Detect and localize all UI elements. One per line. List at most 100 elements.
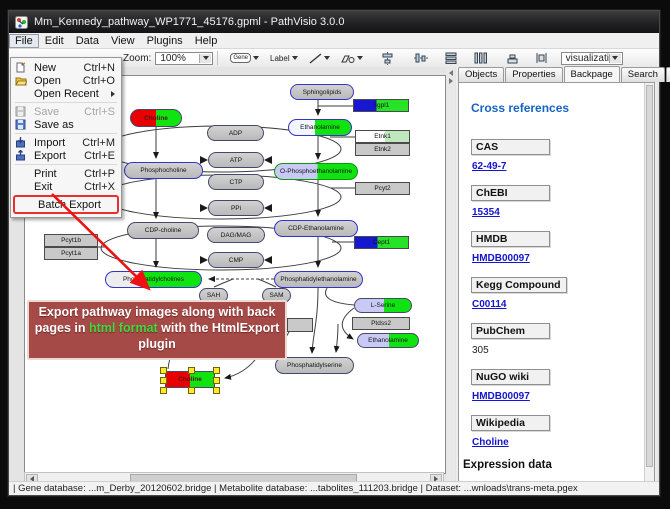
selection-handle[interactable]: [188, 387, 195, 394]
menu-data[interactable]: Data: [70, 34, 105, 48]
xref-link[interactable]: 15354: [472, 207, 654, 218]
node-etnk2[interactable]: Etnk2: [355, 143, 410, 156]
shape-dropdown-icon[interactable]: [357, 56, 363, 60]
screenshot-root: Mm_Kennedy_pathway_WP1771_45176.gpml - P…: [0, 0, 670, 509]
submenu-arrow-icon: [111, 91, 115, 97]
menu-help[interactable]: Help: [189, 34, 224, 48]
xref-link[interactable]: HMDB00097: [472, 253, 654, 264]
node-ethanolamine-bottom[interactable]: Ethanolamine: [357, 333, 419, 348]
node-atp[interactable]: ATP: [208, 152, 264, 168]
menu-edit[interactable]: Edit: [39, 34, 70, 48]
node-o-phosphoethanolamine[interactable]: O-Phosphoethanolamine: [274, 163, 358, 180]
node-l-serine[interactable]: L-Serine: [354, 298, 412, 313]
panel-splitter[interactable]: [446, 67, 455, 484]
scrollbar-thumb[interactable]: [646, 85, 653, 467]
node-cdp-choline[interactable]: CDP-choline: [127, 222, 199, 239]
node-phosphatidylserine[interactable]: Phosphatidylserine: [275, 357, 354, 374]
node-pcyt2[interactable]: Pcyt2: [355, 182, 410, 195]
node-pcyt1b[interactable]: Pcyt1b: [44, 234, 98, 247]
node-choline-top[interactable]: Choline: [130, 109, 182, 127]
file-menu-print[interactable]: Print Ctrl+P: [11, 167, 121, 180]
align-center-y-button[interactable]: [411, 50, 431, 66]
xref-source-label: PubChem: [471, 323, 550, 339]
node-ptdss2[interactable]: Ptdss2: [352, 317, 410, 330]
node-pcyt1a[interactable]: Pcyt1a: [44, 247, 98, 260]
file-menu-import[interactable]: Import Ctrl+M: [11, 136, 121, 149]
xref-link[interactable]: Choline: [472, 437, 654, 448]
node-ethanolamine-top[interactable]: Ethanolamine: [288, 119, 352, 136]
xref-section-wikipedia: Wikipedia Choline: [471, 413, 654, 448]
tab-legend[interactable]: Legend: [666, 67, 670, 82]
selection-handle[interactable]: [213, 387, 220, 394]
align-center-x-icon: [381, 52, 394, 65]
visualization-combobox[interactable]: visualization: [561, 52, 623, 65]
node-dag-mag[interactable]: DAG/MAG: [207, 227, 265, 243]
file-menu-open-recent[interactable]: Open Recent: [11, 87, 121, 100]
node-partially-hidden-gene[interactable]: [287, 318, 313, 332]
pathvisio-window: Mm_Kennedy_pathway_WP1771_45176.gpml - P…: [8, 10, 660, 496]
selection-handle[interactable]: [213, 367, 220, 374]
node-etnk1[interactable]: Etnk1: [355, 130, 410, 143]
tab-search[interactable]: Search: [621, 67, 665, 82]
label-icon: Label: [270, 54, 290, 63]
selection-handle[interactable]: [213, 377, 220, 384]
collapse-left-icon[interactable]: [449, 70, 453, 76]
annotation-highlight: html format: [89, 321, 158, 335]
zoom-dropdown-icon[interactable]: [199, 54, 211, 63]
selection-handle[interactable]: [188, 367, 195, 374]
xref-source-label: NuGO wiki: [471, 369, 550, 385]
tab-objects[interactable]: Objects: [458, 67, 504, 82]
menu-file[interactable]: File: [9, 34, 39, 48]
stack-horizontal-button[interactable]: [532, 50, 551, 66]
node-cmp[interactable]: CMP: [208, 252, 264, 268]
label-dropdown-icon[interactable]: [292, 56, 298, 60]
stack-vertical-button[interactable]: [503, 51, 522, 66]
new-label-button[interactable]: Label: [267, 52, 301, 65]
xref-section-kegg: Kegg Compound C00114: [471, 275, 654, 310]
distribute-horizontal-button[interactable]: [471, 50, 491, 66]
file-menu-new[interactable]: New Ctrl+N: [11, 61, 121, 74]
node-cdp-ethanolamine[interactable]: CDP-Ethanolamine: [274, 220, 358, 237]
tab-properties[interactable]: Properties: [505, 67, 562, 82]
node-phosphatidylethanolamine[interactable]: Phosphatidylethanolamine: [274, 271, 363, 288]
menu-view[interactable]: View: [105, 34, 141, 48]
file-menu-batch-export[interactable]: Batch Export: [15, 198, 117, 211]
selection-handle[interactable]: [160, 367, 167, 374]
collapse-right-icon[interactable]: [449, 78, 453, 84]
new-gene-button[interactable]: Gene: [227, 51, 262, 65]
cross-references-heading: Cross references: [471, 101, 654, 115]
xref-link[interactable]: C00114: [472, 299, 654, 310]
node-phosphatidylcholines[interactable]: Phosphatidylcholines: [105, 271, 202, 288]
tab-backpage[interactable]: Backpage: [564, 66, 620, 83]
menu-plugins[interactable]: Plugins: [141, 34, 189, 48]
node-adp[interactable]: ADP: [207, 125, 264, 141]
import-icon: [15, 137, 30, 148]
zoom-combobox[interactable]: 100%: [155, 52, 213, 65]
file-menu-exit[interactable]: Exit Ctrl+X: [11, 180, 121, 193]
new-shape-button[interactable]: [338, 51, 366, 66]
new-line-button[interactable]: [306, 51, 333, 66]
file-menu-save[interactable]: Save Ctrl+S: [11, 105, 121, 118]
node-sgpl1[interactable]: Sgpl1: [353, 99, 409, 112]
align-center-x-button[interactable]: [378, 50, 397, 67]
node-phosphocholine[interactable]: Phosphocholine: [124, 162, 203, 179]
node-ppi[interactable]: PPi: [208, 200, 264, 216]
file-menu-open[interactable]: Open Ctrl+O: [11, 74, 121, 87]
status-bar: | Gene database: ...m_Derby_20120602.bri…: [9, 481, 659, 495]
menubar: File Edit Data View Plugins Help: [9, 33, 659, 49]
panel-v-scrollbar[interactable]: [644, 83, 654, 483]
selection-handle[interactable]: [160, 377, 167, 384]
selection-handle[interactable]: [160, 387, 167, 394]
distribute-vertical-button[interactable]: [441, 50, 461, 66]
node-ctp[interactable]: CTP: [208, 174, 264, 190]
gene-dropdown-icon[interactable]: [253, 56, 259, 60]
xref-link[interactable]: HMDB00097: [472, 391, 654, 402]
file-menu-export[interactable]: Export Ctrl+E: [11, 149, 121, 162]
line-dropdown-icon[interactable]: [324, 56, 330, 60]
file-menu-save-as[interactable]: Save as: [11, 118, 121, 131]
side-panel: Objects Properties Backpage Search Legen…: [456, 67, 657, 484]
node-cept1[interactable]: Cept1: [354, 236, 409, 249]
xref-link[interactable]: 62-49-7: [472, 161, 654, 172]
visualization-dropdown-icon[interactable]: [609, 54, 621, 63]
node-sphingolipids[interactable]: Sphingolipids: [290, 84, 354, 100]
